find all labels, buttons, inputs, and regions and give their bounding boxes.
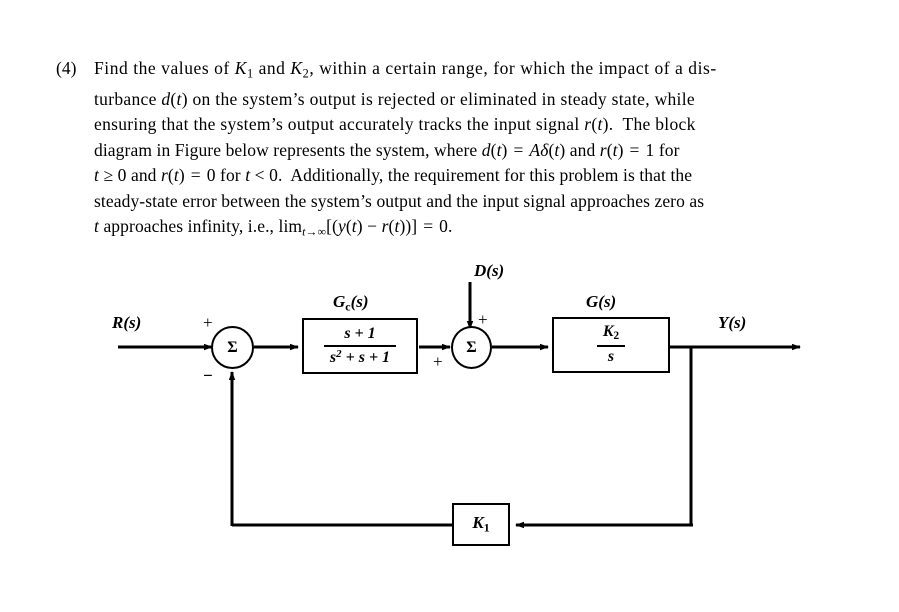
fraction-bar xyxy=(323,344,397,347)
plant-block-label: G(s) xyxy=(586,292,617,311)
feedback-gain-symbol: K xyxy=(472,513,484,533)
feedback-gain-subscript: 1 xyxy=(483,520,490,535)
plant-num-gain: K xyxy=(602,323,614,341)
controller-numerator: s + 1 xyxy=(344,324,376,342)
block-diagram: R(s) Y(s) D(s) Σ + − Gc(s) s + 1 s2 + s … xyxy=(0,0,899,612)
controller-denominator: s2 + s + 1 xyxy=(324,348,396,367)
summing-junction-disturbance-plus-top: + xyxy=(478,310,488,329)
controller-den-rest: + s + 1 xyxy=(345,348,391,366)
summing-junction-input: Σ xyxy=(211,326,254,369)
summing-junction-input-plus-sign: + xyxy=(203,313,213,332)
plant-transfer-function: K2 s xyxy=(596,323,626,366)
controller-name-suffix: (s) xyxy=(350,292,369,311)
plant-block: K2 s xyxy=(552,317,670,373)
plant-numerator: K2 xyxy=(597,323,625,344)
input-signal-label: R(s) xyxy=(112,313,142,332)
summing-junction-disturbance-plus-left: + xyxy=(433,352,443,371)
controller-name: G xyxy=(333,292,346,311)
sigma-symbol: Σ xyxy=(227,338,238,356)
sigma-symbol: Σ xyxy=(466,338,477,356)
disturbance-signal-label: D(s) xyxy=(474,261,505,280)
summing-junction-input-minus-sign: − xyxy=(203,366,213,385)
plant-denominator: s xyxy=(607,348,615,366)
fraction-bar xyxy=(596,345,626,348)
controller-block-label: Gc(s) xyxy=(333,292,369,314)
diagram-wires xyxy=(118,282,801,529)
controller-block: s + 1 s2 + s + 1 xyxy=(302,318,418,374)
controller-den-exponent: 2 xyxy=(336,347,342,360)
feedback-gain-block: K1 xyxy=(452,503,510,546)
controller-transfer-function: s + 1 s2 + s + 1 xyxy=(323,324,397,367)
summing-junction-disturbance: Σ xyxy=(451,326,492,369)
plant-num-subscript: 2 xyxy=(613,330,620,343)
output-signal-label: Y(s) xyxy=(718,313,747,332)
feedback-gain-value: K1 xyxy=(472,513,489,535)
